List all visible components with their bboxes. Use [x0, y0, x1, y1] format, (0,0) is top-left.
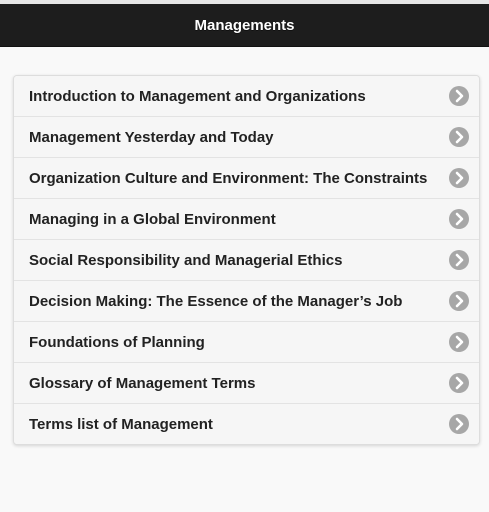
chevron-right-icon: [449, 414, 469, 434]
app-screen: Managements Introduction to Management a…: [0, 0, 489, 512]
page-title: Managements: [194, 16, 295, 34]
list-item-label: Decision Making: The Essence of the Mana…: [29, 292, 403, 310]
list-item-label: Foundations of Planning: [29, 333, 205, 351]
list-item-decision-making[interactable]: Decision Making: The Essence of the Mana…: [14, 280, 479, 321]
chevron-right-icon: [449, 168, 469, 188]
list-item-label: Organization Culture and Environment: Th…: [29, 169, 428, 187]
list-item-terms-list[interactable]: Terms list of Management: [14, 403, 479, 444]
chapter-list: Introduction to Management and Organizat…: [13, 75, 480, 445]
list-item-introduction[interactable]: Introduction to Management and Organizat…: [14, 76, 479, 116]
chevron-right-icon: [449, 127, 469, 147]
chevron-right-icon: [449, 209, 469, 229]
list-item-glossary[interactable]: Glossary of Management Terms: [14, 362, 479, 403]
list-item-label: Glossary of Management Terms: [29, 374, 256, 392]
chevron-right-icon: [449, 250, 469, 270]
list-item-social-responsibility[interactable]: Social Responsibility and Managerial Eth…: [14, 239, 479, 280]
list-item-yesterday-today[interactable]: Management Yesterday and Today: [14, 116, 479, 157]
app-header: Managements: [0, 4, 489, 47]
chevron-right-icon: [449, 332, 469, 352]
list-item-global-environment[interactable]: Managing in a Global Environment: [14, 198, 479, 239]
chevron-right-icon: [449, 86, 469, 106]
chevron-right-icon: [449, 291, 469, 311]
list-item-culture-environment[interactable]: Organization Culture and Environment: Th…: [14, 157, 479, 198]
list-item-label: Introduction to Management and Organizat…: [29, 87, 366, 105]
list-item-label: Management Yesterday and Today: [29, 128, 274, 146]
list-item-planning[interactable]: Foundations of Planning: [14, 321, 479, 362]
list-item-label: Managing in a Global Environment: [29, 210, 276, 228]
list-item-label: Terms list of Management: [29, 415, 213, 433]
list-item-label: Social Responsibility and Managerial Eth…: [29, 251, 343, 269]
chevron-right-icon: [449, 373, 469, 393]
